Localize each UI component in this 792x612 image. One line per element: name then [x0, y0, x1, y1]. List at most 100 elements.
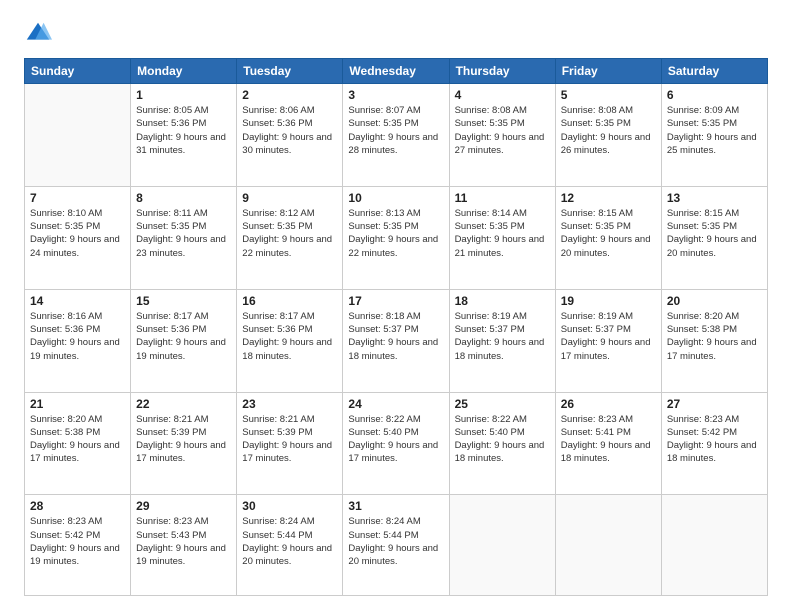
day-number: 25 — [455, 397, 550, 411]
calendar-cell: 2 Sunrise: 8:06 AMSunset: 5:36 PMDaylight… — [237, 84, 343, 187]
day-info: Sunrise: 8:06 AMSunset: 5:36 PMDaylight:… — [242, 104, 337, 157]
day-info: Sunrise: 8:08 AMSunset: 5:35 PMDaylight:… — [561, 104, 656, 157]
day-info: Sunrise: 8:18 AMSunset: 5:37 PMDaylight:… — [348, 310, 443, 363]
day-number: 29 — [136, 499, 231, 513]
day-info: Sunrise: 8:19 AMSunset: 5:37 PMDaylight:… — [561, 310, 656, 363]
day-number: 11 — [455, 191, 550, 205]
day-info: Sunrise: 8:09 AMSunset: 5:35 PMDaylight:… — [667, 104, 762, 157]
day-info: Sunrise: 8:05 AMSunset: 5:36 PMDaylight:… — [136, 104, 231, 157]
calendar-cell: 10 Sunrise: 8:13 AMSunset: 5:35 PMDayligh… — [343, 186, 449, 289]
day-number: 28 — [30, 499, 125, 513]
calendar-cell: 12 Sunrise: 8:15 AMSunset: 5:35 PMDayligh… — [555, 186, 661, 289]
day-info: Sunrise: 8:12 AMSunset: 5:35 PMDaylight:… — [242, 207, 337, 260]
calendar-cell: 25 Sunrise: 8:22 AMSunset: 5:40 PMDayligh… — [449, 392, 555, 495]
day-info: Sunrise: 8:15 AMSunset: 5:35 PMDaylight:… — [561, 207, 656, 260]
day-info: Sunrise: 8:24 AMSunset: 5:44 PMDaylight:… — [242, 515, 337, 568]
calendar-cell: 6 Sunrise: 8:09 AMSunset: 5:35 PMDaylight… — [661, 84, 767, 187]
day-number: 18 — [455, 294, 550, 308]
day-info: Sunrise: 8:16 AMSunset: 5:36 PMDaylight:… — [30, 310, 125, 363]
day-number: 10 — [348, 191, 443, 205]
calendar-header: SundayMondayTuesdayWednesdayThursdayFrid… — [25, 59, 768, 84]
day-info: Sunrise: 8:11 AMSunset: 5:35 PMDaylight:… — [136, 207, 231, 260]
day-info: Sunrise: 8:17 AMSunset: 5:36 PMDaylight:… — [242, 310, 337, 363]
day-number: 19 — [561, 294, 656, 308]
day-number: 24 — [348, 397, 443, 411]
day-info: Sunrise: 8:08 AMSunset: 5:35 PMDaylight:… — [455, 104, 550, 157]
days-of-week-row: SundayMondayTuesdayWednesdayThursdayFrid… — [25, 59, 768, 84]
logo — [24, 20, 56, 48]
calendar-cell: 19 Sunrise: 8:19 AMSunset: 5:37 PMDayligh… — [555, 289, 661, 392]
day-info: Sunrise: 8:21 AMSunset: 5:39 PMDaylight:… — [242, 413, 337, 466]
day-of-week-header: Saturday — [661, 59, 767, 84]
day-info: Sunrise: 8:19 AMSunset: 5:37 PMDaylight:… — [455, 310, 550, 363]
calendar-cell: 28 Sunrise: 8:23 AMSunset: 5:42 PMDayligh… — [25, 495, 131, 596]
calendar-week-row: 7Sunrise: 8:10 AMSunset: 5:35 PMDaylight… — [25, 186, 768, 289]
day-number: 2 — [242, 88, 337, 102]
calendar-cell: 18 Sunrise: 8:19 AMSunset: 5:37 PMDayligh… — [449, 289, 555, 392]
calendar-week-row: 14 Sunrise: 8:16 AMSunset: 5:36 PMDayligh… — [25, 289, 768, 392]
calendar-cell: 15 Sunrise: 8:17 AMSunset: 5:36 PMDayligh… — [131, 289, 237, 392]
day-number: 16 — [242, 294, 337, 308]
day-of-week-header: Monday — [131, 59, 237, 84]
logo-icon — [24, 20, 52, 48]
day-info: Sunrise: 8:22 AMSunset: 5:40 PMDaylight:… — [348, 413, 443, 466]
day-of-week-header: Sunday — [25, 59, 131, 84]
calendar-cell: 30 Sunrise: 8:24 AMSunset: 5:44 PMDayligh… — [237, 495, 343, 596]
day-info: Sunrise: 8:13 AMSunset: 5:35 PMDaylight:… — [348, 207, 443, 260]
calendar-cell: 11 Sunrise: 8:14 AMSunset: 5:35 PMDayligh… — [449, 186, 555, 289]
calendar-cell: 23 Sunrise: 8:21 AMSunset: 5:39 PMDayligh… — [237, 392, 343, 495]
calendar-cell: 1 Sunrise: 8:05 AMSunset: 5:36 PMDaylight… — [131, 84, 237, 187]
day-info: Sunrise: 8:20 AMSunset: 5:38 PMDaylight:… — [667, 310, 762, 363]
day-number: 3 — [348, 88, 443, 102]
day-info: Sunrise: 8:17 AMSunset: 5:36 PMDaylight:… — [136, 310, 231, 363]
day-info: Sunrise: 8:22 AMSunset: 5:40 PMDaylight:… — [455, 413, 550, 466]
day-info: Sunrise: 8:20 AMSunset: 5:38 PMDaylight:… — [30, 413, 125, 466]
calendar-cell — [661, 495, 767, 596]
calendar-cell: 3 Sunrise: 8:07 AMSunset: 5:35 PMDaylight… — [343, 84, 449, 187]
day-number: 26 — [561, 397, 656, 411]
day-of-week-header: Thursday — [449, 59, 555, 84]
calendar-cell: 24 Sunrise: 8:22 AMSunset: 5:40 PMDayligh… — [343, 392, 449, 495]
day-number: 1 — [136, 88, 231, 102]
calendar-cell: 16 Sunrise: 8:17 AMSunset: 5:36 PMDayligh… — [237, 289, 343, 392]
day-number: 9 — [242, 191, 337, 205]
day-number: 27 — [667, 397, 762, 411]
calendar-cell: 4 Sunrise: 8:08 AMSunset: 5:35 PMDaylight… — [449, 84, 555, 187]
calendar-week-row: 28 Sunrise: 8:23 AMSunset: 5:42 PMDayligh… — [25, 495, 768, 596]
day-info: Sunrise: 8:07 AMSunset: 5:35 PMDaylight:… — [348, 104, 443, 157]
calendar-cell: 29 Sunrise: 8:23 AMSunset: 5:43 PMDayligh… — [131, 495, 237, 596]
calendar-cell: 13Sunrise: 8:15 AMSunset: 5:35 PMDayligh… — [661, 186, 767, 289]
day-info: Sunrise: 8:23 AMSunset: 5:42 PMDaylight:… — [667, 413, 762, 466]
day-number: 15 — [136, 294, 231, 308]
day-info: Sunrise: 8:23 AMSunset: 5:43 PMDaylight:… — [136, 515, 231, 568]
day-number: 14 — [30, 294, 125, 308]
day-info: Sunrise: 8:23 AMSunset: 5:42 PMDaylight:… — [30, 515, 125, 568]
day-number: 23 — [242, 397, 337, 411]
calendar-cell — [25, 84, 131, 187]
day-number: 22 — [136, 397, 231, 411]
day-info: Sunrise: 8:14 AMSunset: 5:35 PMDaylight:… — [455, 207, 550, 260]
day-of-week-header: Wednesday — [343, 59, 449, 84]
day-number: 12 — [561, 191, 656, 205]
day-number: 21 — [30, 397, 125, 411]
calendar-cell: 20Sunrise: 8:20 AMSunset: 5:38 PMDayligh… — [661, 289, 767, 392]
day-info: Sunrise: 8:21 AMSunset: 5:39 PMDaylight:… — [136, 413, 231, 466]
calendar-cell — [449, 495, 555, 596]
calendar-cell: 5 Sunrise: 8:08 AMSunset: 5:35 PMDaylight… — [555, 84, 661, 187]
calendar-week-row: 21 Sunrise: 8:20 AMSunset: 5:38 PMDayligh… — [25, 392, 768, 495]
calendar-cell: 14 Sunrise: 8:16 AMSunset: 5:36 PMDayligh… — [25, 289, 131, 392]
day-info: Sunrise: 8:23 AMSunset: 5:41 PMDaylight:… — [561, 413, 656, 466]
calendar-cell: 27 Sunrise: 8:23 AMSunset: 5:42 PMDayligh… — [661, 392, 767, 495]
day-number: 17 — [348, 294, 443, 308]
day-number: 6 — [667, 88, 762, 102]
day-of-week-header: Friday — [555, 59, 661, 84]
day-number: 13 — [667, 191, 762, 205]
header — [24, 20, 768, 48]
day-number: 5 — [561, 88, 656, 102]
calendar-table: SundayMondayTuesdayWednesdayThursdayFrid… — [24, 58, 768, 596]
calendar-cell: 7Sunrise: 8:10 AMSunset: 5:35 PMDaylight… — [25, 186, 131, 289]
day-number: 4 — [455, 88, 550, 102]
day-number: 7 — [30, 191, 125, 205]
day-number: 30 — [242, 499, 337, 513]
calendar-week-row: 1 Sunrise: 8:05 AMSunset: 5:36 PMDaylight… — [25, 84, 768, 187]
